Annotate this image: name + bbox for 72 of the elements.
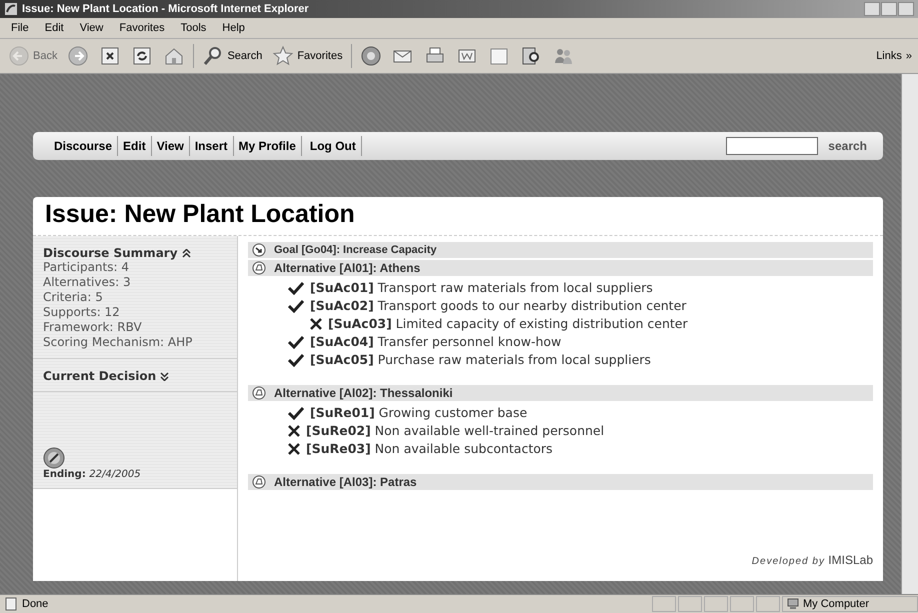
credit-text: Developed by IMISLab (752, 553, 873, 567)
collapse-icon[interactable] (182, 248, 191, 258)
summary-line: Framework: RBV (43, 320, 143, 335)
expand-icon[interactable] (160, 372, 170, 380)
search-field[interactable] (726, 137, 818, 155)
summary-line: Participants: 4 (43, 260, 130, 275)
status-pane (730, 596, 754, 612)
media-icon[interactable] (360, 45, 382, 67)
menu-item[interactable]: File (4, 20, 36, 36)
more-chevron[interactable]: » (906, 50, 912, 62)
page-icon (4, 597, 18, 611)
alternative-icon (252, 261, 266, 275)
search-button[interactable]: search (822, 138, 873, 154)
nav-link[interactable]: My Profile (234, 136, 302, 156)
summary-line: Scoring Mechanism: AHP (43, 335, 194, 350)
refresh-icon[interactable] (131, 45, 154, 67)
argument-text: [SuAc05] Purchase raw materials from local suppliers (310, 351, 651, 369)
summary-line: Criteria: 5 (43, 290, 104, 305)
goal-header: Goal [Go04]: Increase Capacity (248, 242, 873, 258)
check-icon (288, 281, 304, 295)
menu-item[interactable]: Help (215, 20, 252, 36)
nav-link[interactable]: Discourse (49, 136, 118, 156)
alternative-header[interactable]: Alternative [Al02]: Thessaloniki (248, 385, 873, 401)
status-pane (756, 596, 780, 612)
summary-line: Alternatives: 3 (43, 275, 132, 290)
cross-icon (288, 425, 300, 437)
toolbar-button[interactable]: Favorites (270, 45, 345, 67)
links-label[interactable]: Links (876, 50, 902, 62)
nav-link[interactable]: Insert (190, 136, 234, 156)
minimize-button[interactable] (864, 2, 880, 16)
status-pane (652, 596, 676, 612)
argument-text: [SuAc04] Transfer personnel know-how (310, 333, 562, 351)
check-icon (288, 299, 304, 313)
scrollbar[interactable] (901, 74, 918, 594)
argument-text: [SuRe03] Non available subcontactors (306, 440, 553, 458)
browser-icon (4, 2, 18, 16)
section-heading[interactable]: Discourse Summary (43, 246, 178, 260)
argument-text: [SuAc03] Limited capacity of existing distribution center (328, 315, 688, 333)
nav-link[interactable]: View (152, 136, 190, 156)
check-icon (288, 406, 304, 420)
check-icon (288, 353, 304, 367)
menu-item[interactable]: Favorites (112, 20, 172, 36)
alternative-icon (252, 475, 266, 489)
cross-icon (310, 318, 322, 330)
check-icon (288, 335, 304, 349)
argument-text: [SuRe01] Growing customer base (310, 404, 528, 422)
zone-label: My Computer (803, 598, 870, 610)
status-pane (678, 596, 702, 612)
stop-icon[interactable] (99, 45, 122, 67)
argument-text: [SuRe02] Non available well-trained personnel (306, 422, 604, 440)
menu-item[interactable]: View (72, 20, 110, 36)
ending-date: Ending: 22/4/2005 (43, 469, 142, 480)
argument-text: [SuAc01] Transport raw materials from local suppliers (310, 279, 653, 297)
status-text: Done (22, 598, 48, 610)
close-button[interactable] (898, 2, 914, 16)
window-title: Issue: New Plant Location - Microsoft Internet Explorer (22, 3, 309, 15)
research-icon[interactable] (520, 45, 542, 67)
cross-icon (288, 443, 300, 455)
nav-link[interactable]: Edit (118, 136, 152, 156)
menu-item[interactable]: Edit (38, 20, 71, 36)
maximize-button[interactable] (881, 2, 897, 16)
nav-link[interactable]: Log Out (302, 136, 362, 156)
argument-text: [SuAc02] Transport goods to our nearby distribution center (310, 297, 686, 315)
toolbar-button[interactable]: Search (200, 45, 264, 67)
alternative-header[interactable]: Alternative [Al01]: Athens (248, 260, 873, 276)
arrow-circle-icon (252, 243, 266, 257)
summary-line: Supports: 12 (43, 305, 121, 320)
status-pane (704, 596, 728, 612)
alternative-header[interactable]: Alternative [Al03]: Patras (248, 474, 873, 490)
star-icon[interactable] (272, 45, 294, 67)
alternative-icon (252, 386, 266, 400)
menu-item[interactable]: Tools (174, 20, 214, 36)
